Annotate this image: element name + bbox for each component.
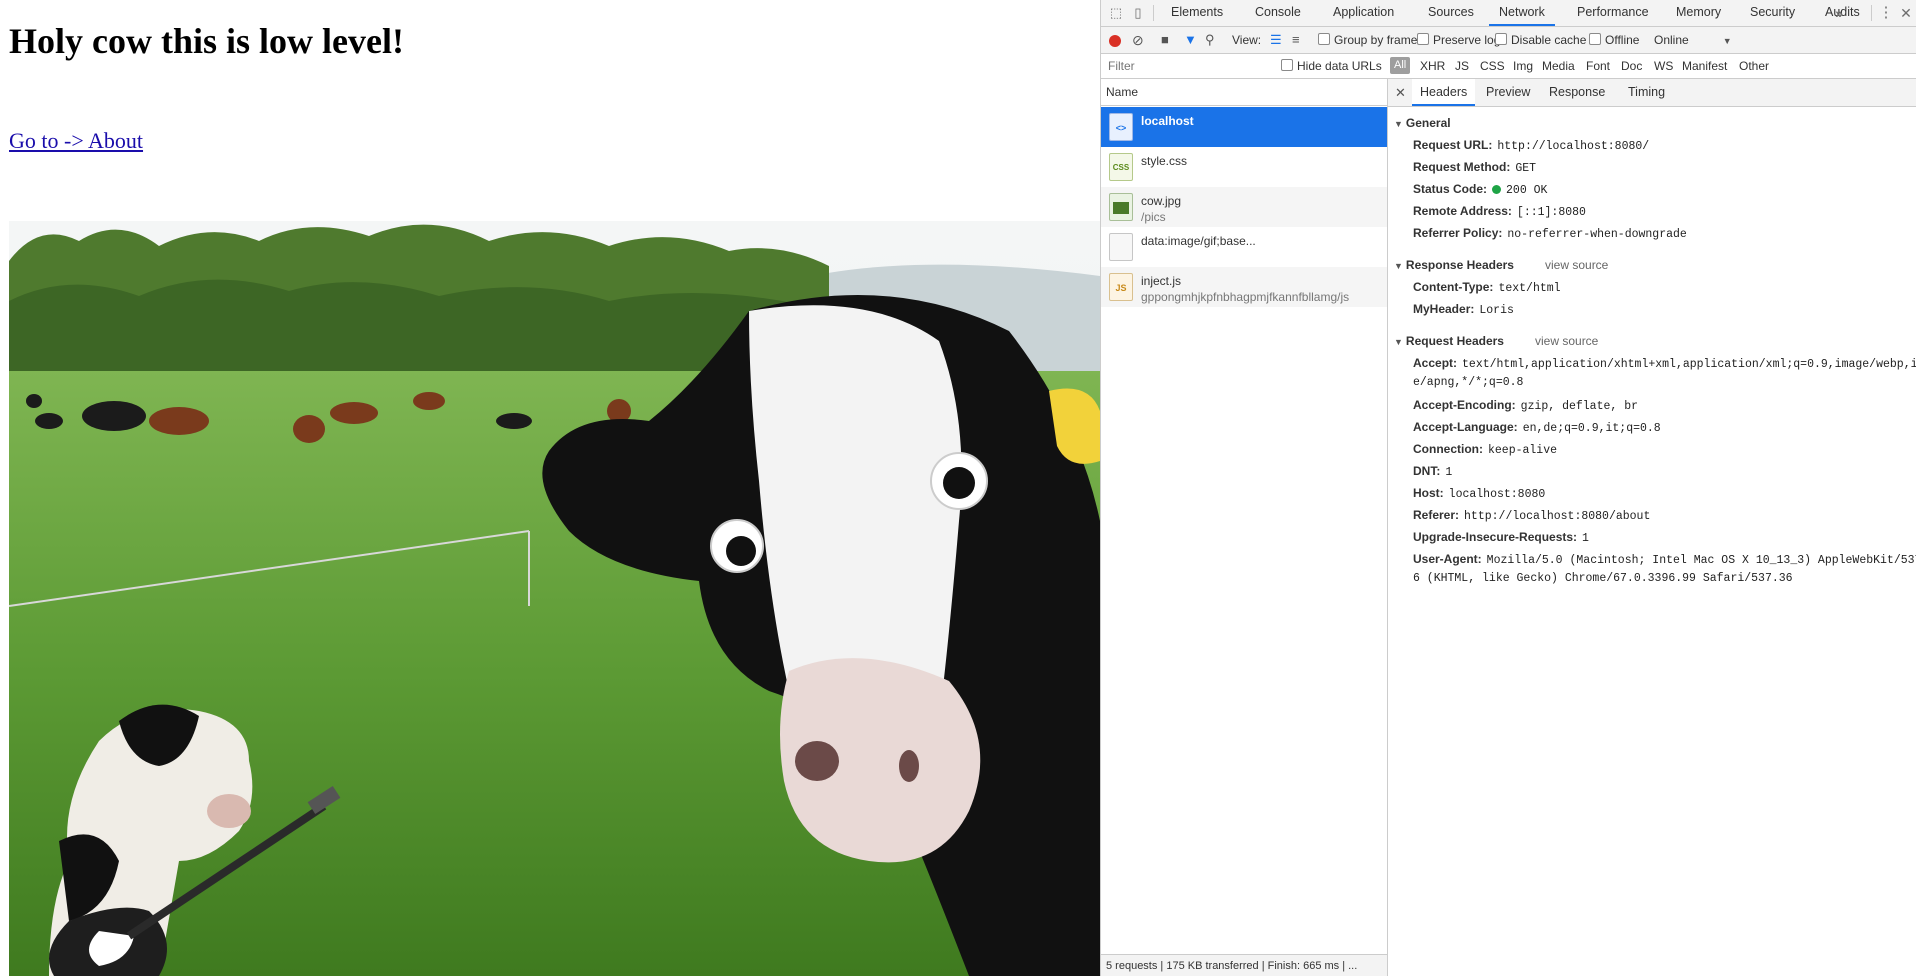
close-details-icon[interactable]: ✕ [1395, 85, 1406, 101]
request-name: data:image/gif;base... [1141, 234, 1256, 248]
header-connection: Connection: keep-alive [1413, 442, 1558, 457]
header-host: Host: localhost:8080 [1413, 486, 1546, 501]
search-icon[interactable]: ⚲ [1205, 31, 1215, 49]
header-upgrade-insecure: Upgrade-Insecure-Requests: 1 [1413, 530, 1589, 545]
request-name: inject.js [1141, 274, 1182, 288]
type-filter-ws[interactable]: WS [1654, 57, 1673, 75]
name-column-header[interactable]: Name [1101, 79, 1387, 106]
request-list: Name <> localhost CSS style.css cow.jpg … [1101, 79, 1388, 976]
tab-application[interactable]: Application [1323, 0, 1404, 26]
blank-file-icon [1109, 233, 1133, 261]
header-accept-language: Accept-Language: en,de;q=0.9,it;q=0.8 [1413, 420, 1661, 435]
offline-checkbox[interactable]: Offline [1589, 31, 1639, 49]
type-filter-all[interactable]: All [1390, 57, 1411, 74]
header-dnt: DNT: 1 [1413, 464, 1453, 479]
request-path: /pics [1141, 210, 1166, 224]
header-user-agent-cont: 6 (KHTML, like Gecko) Chrome/67.0.3396.9… [1413, 572, 1793, 585]
web-page: Holy cow this is low level! Go to -> Abo… [0, 0, 1100, 976]
request-name: cow.jpg [1141, 194, 1182, 208]
header-request-method: Request Method: GET [1413, 160, 1537, 175]
view-label: View: [1232, 33, 1262, 47]
header-accept-encoding: Accept-Encoding: gzip, deflate, br [1413, 398, 1638, 413]
request-row-data-gif[interactable]: data:image/gif;base... [1101, 227, 1387, 267]
type-filter-other[interactable]: Other [1739, 57, 1769, 75]
type-filter-doc[interactable]: Doc [1621, 57, 1642, 75]
css-file-icon: CSS [1109, 153, 1133, 181]
html-file-icon: <> [1109, 113, 1133, 141]
request-row-cow-jpg[interactable]: cow.jpg /pics [1101, 187, 1387, 227]
status-ok-icon [1492, 185, 1502, 194]
type-filter-xhr[interactable]: XHR [1420, 57, 1445, 75]
type-filter-media[interactable]: Media [1542, 57, 1575, 75]
header-referrer-policy: Referrer Policy: no-referrer-when-downgra… [1413, 226, 1687, 241]
type-filter-css[interactable]: CSS [1480, 57, 1505, 75]
device-toolbar-icon[interactable]: ▯ [1129, 4, 1147, 22]
inspect-element-icon[interactable]: ⬚ [1107, 4, 1125, 22]
header-user-agent: User-Agent: Mozilla/5.0 (Macintosh; Intel… [1413, 552, 1916, 567]
more-tabs-icon[interactable]: » [1830, 4, 1848, 22]
header-accept-cont: e/apng,*/*;q=0.8 [1413, 376, 1524, 389]
close-devtools-icon[interactable]: ✕ [1897, 4, 1915, 22]
page-heading: Holy cow this is low level! [9, 21, 404, 61]
response-view-source-link[interactable]: view source [1545, 258, 1608, 272]
filter-input[interactable] [1106, 57, 1270, 75]
tab-elements[interactable]: Elements [1161, 0, 1233, 26]
capture-screenshots-icon[interactable]: ■ [1161, 31, 1169, 49]
tab-network[interactable]: Network [1489, 0, 1555, 26]
about-link[interactable]: Go to -> About [9, 128, 143, 154]
request-row-style-css[interactable]: CSS style.css [1101, 147, 1387, 187]
clear-icon[interactable]: ⊘ [1132, 31, 1144, 49]
request-view-source-link[interactable]: view source [1535, 334, 1598, 348]
js-file-icon: JS [1109, 273, 1133, 301]
header-myheader: MyHeader: Loris [1413, 302, 1514, 317]
tab-sources[interactable]: Sources [1418, 0, 1484, 26]
overview-icon[interactable]: ≡ [1292, 31, 1300, 49]
devtools-panel: ⬚ ▯ Elements Console Application Sources… [1100, 0, 1916, 976]
tab-response[interactable]: Response [1541, 79, 1613, 106]
disable-cache-checkbox[interactable]: Disable cache [1495, 31, 1586, 49]
preserve-log-checkbox[interactable]: Preserve log [1417, 31, 1500, 49]
tab-security[interactable]: Security [1740, 0, 1805, 26]
tab-performance[interactable]: Performance [1567, 0, 1659, 26]
hide-data-urls-checkbox[interactable]: Hide data URLs [1281, 57, 1382, 75]
more-options-icon[interactable]: ⋮ [1877, 4, 1895, 22]
tab-timing[interactable]: Timing [1620, 79, 1673, 106]
request-details: ✕ Headers Preview Response Timing ▼ Gener… [1388, 79, 1916, 976]
image-file-icon [1109, 193, 1133, 221]
request-name: localhost [1141, 114, 1194, 128]
cow-photo [9, 221, 1100, 976]
devtools-tab-bar: ⬚ ▯ Elements Console Application Sources… [1101, 0, 1916, 27]
filter-icon[interactable]: ▼ [1184, 31, 1197, 49]
header-referer: Referer: http://localhost:8080/about [1413, 508, 1651, 523]
header-content-type: Content-Type: text/html [1413, 280, 1561, 295]
request-path: gppongmhjkpfnbhagpmjfkannfbllamg/js [1141, 290, 1350, 304]
record-icon[interactable] [1109, 31, 1121, 49]
group-by-frame-checkbox[interactable]: Group by frame [1318, 31, 1417, 49]
type-filter-font[interactable]: Font [1586, 57, 1610, 75]
general-section-toggle[interactable]: ▼ General [1394, 116, 1451, 130]
large-rows-icon[interactable]: ☰ [1270, 31, 1282, 49]
type-filter-img[interactable]: Img [1513, 57, 1533, 75]
tab-headers[interactable]: Headers [1412, 79, 1476, 106]
response-headers-toggle[interactable]: ▼ Response Headers [1394, 258, 1514, 272]
request-row-localhost[interactable]: <> localhost [1101, 107, 1387, 147]
filter-bar: Hide data URLs All XHR JS CSS Img Media … [1101, 54, 1916, 79]
tab-preview[interactable]: Preview [1478, 79, 1538, 106]
type-filter-js[interactable]: JS [1455, 57, 1469, 75]
throttle-select[interactable]: Online ▼ [1654, 31, 1732, 49]
header-remote-address: Remote Address: [::1]:8080 [1413, 204, 1586, 219]
request-headers-toggle[interactable]: ▼ Request Headers [1394, 334, 1504, 348]
network-summary: 5 requests | 175 KB transferred | Finish… [1101, 954, 1387, 976]
tab-memory[interactable]: Memory [1666, 0, 1731, 26]
header-status-code: Status Code: 200 OK [1413, 182, 1548, 197]
request-name: style.css [1141, 154, 1188, 168]
detail-tab-bar: ✕ Headers Preview Response Timing [1388, 79, 1916, 107]
header-request-url: Request URL: http://localhost:8080/ [1413, 138, 1650, 153]
network-toolbar: ⊘ ■ ▼ ⚲ View: ☰ ≡ Group by frame Preserv… [1101, 27, 1916, 54]
header-accept: Accept: text/html,application/xhtml+xml,a… [1413, 356, 1916, 371]
type-filter-manifest[interactable]: Manifest [1682, 57, 1727, 75]
request-row-inject-js[interactable]: JS inject.js gppongmhjkpfnbhagpmjfkannfb… [1101, 267, 1387, 307]
tab-console[interactable]: Console [1245, 0, 1311, 26]
